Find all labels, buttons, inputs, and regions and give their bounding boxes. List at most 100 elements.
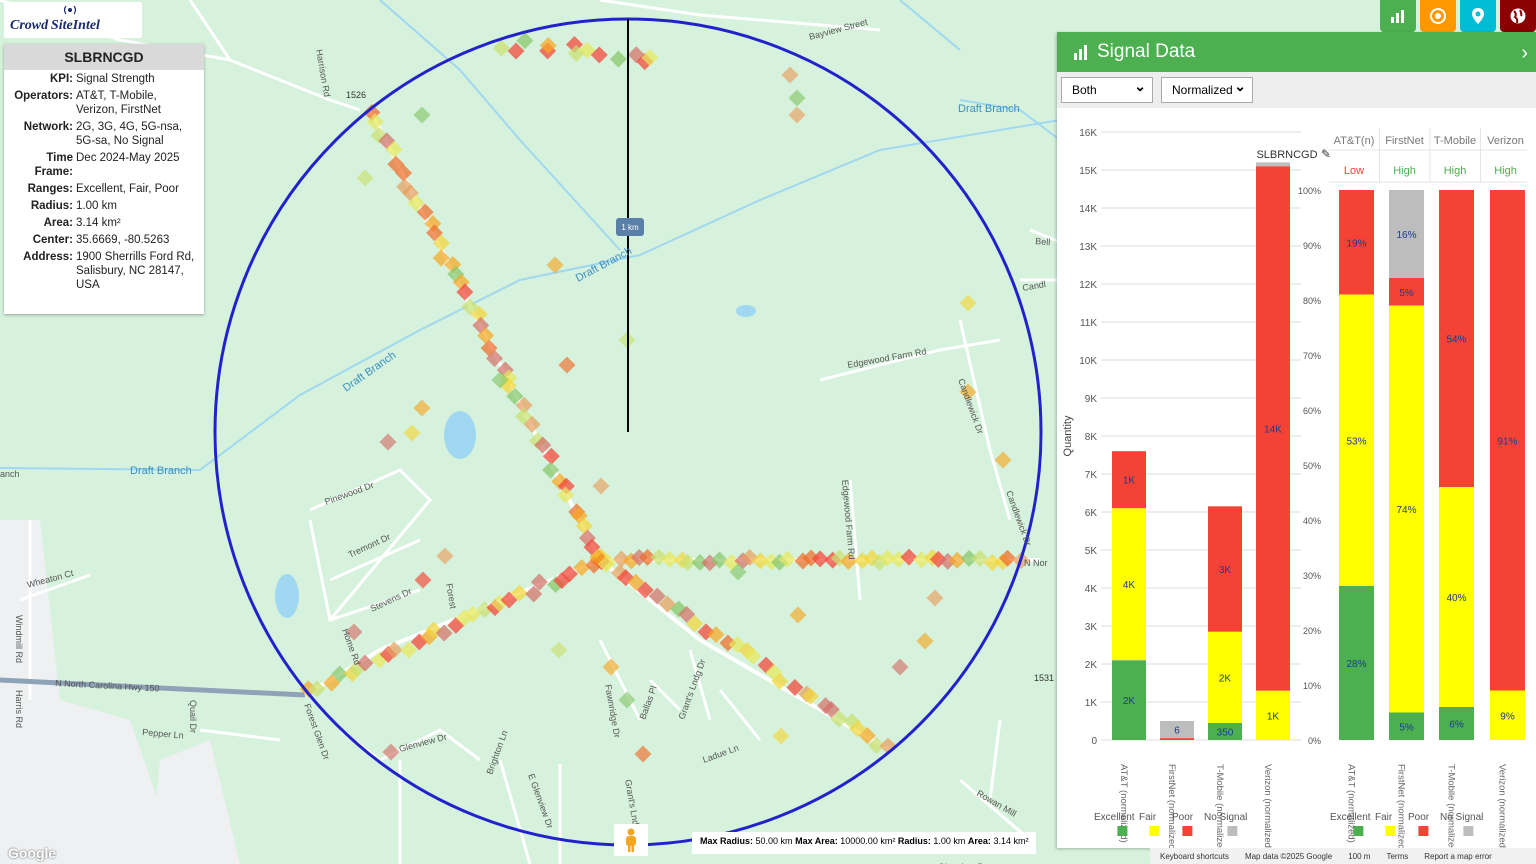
road bbox=[959, 778, 1031, 842]
map-label: Edgewood Farm Rd bbox=[840, 479, 857, 560]
keyboard-shortcuts-link[interactable]: Keyboard shortcuts bbox=[1160, 852, 1229, 861]
y-tick-label: 1K bbox=[1085, 698, 1098, 709]
map-label: E Glenview Dr bbox=[526, 772, 555, 829]
table-header: AT&T(n) bbox=[1334, 135, 1375, 147]
bar-chart-icon[interactable] bbox=[1380, 0, 1416, 32]
map-label: Harrison Rd bbox=[314, 49, 332, 98]
status-label-1: Max Radius: bbox=[700, 836, 754, 846]
map-label: Harris Rd bbox=[14, 690, 24, 728]
legend-swatch bbox=[1418, 826, 1429, 836]
y-tick-label: 10% bbox=[1303, 681, 1321, 691]
signal-tile bbox=[356, 169, 374, 187]
y-tick-label: 4K bbox=[1085, 584, 1098, 595]
info-value: 2G, 3G, 4G, 5G-nsa, 5G-sa, No Signal bbox=[76, 121, 183, 147]
stream bbox=[899, 0, 961, 51]
map-label: Windmill Rd bbox=[14, 615, 24, 663]
legend-swatch bbox=[1117, 826, 1128, 836]
y-tick-label: 2K bbox=[1085, 660, 1098, 671]
report-error-link[interactable]: Report a map error bbox=[1424, 852, 1492, 861]
y-tick-label: 70% bbox=[1303, 351, 1321, 361]
legend-label: Fair bbox=[1139, 812, 1157, 823]
signal-tile bbox=[403, 424, 421, 442]
data-label: 40% bbox=[1446, 593, 1466, 604]
legend-label: Excellent bbox=[1330, 812, 1371, 823]
pond bbox=[444, 411, 476, 459]
data-label: 2K bbox=[1219, 673, 1232, 684]
y-tick-label: 0% bbox=[1308, 736, 1321, 746]
road bbox=[498, 759, 532, 864]
signal-panel-title: Signal Data bbox=[1097, 41, 1196, 62]
edit-pencil-icon: ✎ bbox=[1321, 147, 1331, 161]
y-tick-label: 8K bbox=[1085, 432, 1098, 443]
y-tick-label: 20% bbox=[1303, 626, 1321, 636]
legend-label: Poor bbox=[1172, 812, 1194, 823]
x-tick-label: Verizon (normalized) bbox=[1262, 764, 1273, 848]
street-view-pegman[interactable] bbox=[614, 824, 648, 856]
data-label: 14K bbox=[1264, 424, 1282, 435]
stream bbox=[379, 0, 621, 251]
road bbox=[718, 689, 762, 741]
legend-swatch bbox=[1463, 826, 1474, 836]
y-tick-label: 11K bbox=[1080, 318, 1097, 329]
data-label: 1K bbox=[1123, 476, 1136, 487]
data-label: 6% bbox=[1449, 720, 1464, 731]
target-icon[interactable] bbox=[1420, 0, 1456, 32]
info-label: KPI: bbox=[50, 73, 73, 85]
x-tick-label: FirstNet (normalized) bbox=[1396, 764, 1407, 848]
globe-icon[interactable] bbox=[1500, 0, 1536, 32]
info-value: 35.6669, -80.5263 bbox=[76, 234, 170, 246]
data-label: 9% bbox=[1500, 711, 1515, 722]
pond bbox=[736, 305, 756, 317]
status-value-4: 3.14 km² bbox=[993, 836, 1029, 846]
y-tick-label: 100% bbox=[1298, 186, 1321, 196]
legend-swatch bbox=[1227, 826, 1238, 836]
y-tick-label: 14K bbox=[1079, 204, 1097, 215]
app-logo: Crowd SiteIntel bbox=[4, 2, 142, 38]
location-pin-icon[interactable] bbox=[1460, 0, 1496, 32]
map-label: Brighton Ln bbox=[484, 729, 509, 776]
top-toolbar bbox=[1380, 0, 1536, 32]
map-label: Draft Branch bbox=[130, 465, 192, 477]
data-label: 16% bbox=[1396, 230, 1416, 241]
data-label: 5% bbox=[1399, 722, 1414, 733]
legend-swatch bbox=[1182, 826, 1193, 836]
map-label: Rowan Mill bbox=[975, 788, 1018, 819]
bar-segment bbox=[1256, 162, 1290, 167]
road bbox=[598, 639, 642, 721]
y-tick-label: 7K bbox=[1085, 470, 1098, 481]
pond bbox=[275, 574, 299, 618]
y-tick-label: 0 bbox=[1091, 736, 1097, 747]
bar-segment bbox=[1160, 738, 1194, 740]
operator-select[interactable]: Both bbox=[1061, 77, 1153, 103]
table-header: T-Mobile bbox=[1434, 135, 1476, 147]
signal-tile bbox=[781, 66, 799, 84]
data-label: 3K bbox=[1219, 565, 1232, 576]
terms-link[interactable]: Terms bbox=[1386, 852, 1408, 861]
pegman-icon bbox=[626, 828, 636, 852]
site-title: SLBRNCGD bbox=[4, 44, 204, 70]
road bbox=[958, 319, 1012, 521]
scale-label: 100 m bbox=[1348, 851, 1371, 861]
mode-select[interactable]: Normalized bbox=[1161, 77, 1253, 103]
rating-label: High bbox=[1393, 165, 1416, 177]
map-label: 1526 bbox=[346, 90, 366, 100]
table-header: FirstNet bbox=[1385, 135, 1424, 147]
y-tick-label: 60% bbox=[1303, 406, 1321, 416]
signal-tile bbox=[891, 658, 909, 676]
map-data-credit: Map data ©2025 Google bbox=[1244, 851, 1333, 861]
y-tick-label: 15K bbox=[1079, 166, 1097, 177]
signal-tower-icon bbox=[63, 5, 77, 15]
signal-panel-header: Signal Data › bbox=[1057, 32, 1536, 72]
info-row: Center: 35.6669, -80.5263 bbox=[4, 231, 204, 248]
collapse-chevron-icon[interactable]: › bbox=[1521, 42, 1528, 65]
y-tick-label: 13K bbox=[1079, 242, 1097, 253]
signal-tile bbox=[609, 50, 627, 68]
data-label: 6 bbox=[1174, 726, 1180, 737]
signal-tile bbox=[550, 641, 568, 659]
info-panel: SLBRNCGD KPI: Signal Strength Operators: AT… bbox=[4, 44, 204, 314]
y-tick-label: 9K bbox=[1085, 394, 1098, 405]
rating-label: High bbox=[1494, 165, 1517, 177]
status-label-3: Radius: bbox=[897, 836, 931, 846]
signal-tile bbox=[788, 89, 806, 107]
data-label: 91% bbox=[1497, 436, 1517, 447]
